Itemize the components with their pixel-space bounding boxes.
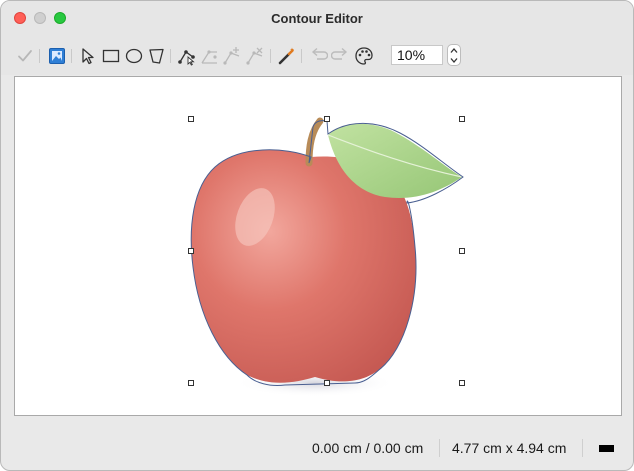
title-bar: Contour Editor — [1, 1, 633, 37]
arrow-pointer-icon[interactable] — [77, 45, 99, 67]
zoom-stepper[interactable] — [447, 44, 461, 66]
minimize-window-button[interactable] — [34, 12, 46, 24]
apple-image — [190, 117, 464, 397]
resize-handle-left[interactable] — [188, 248, 194, 254]
redo-icon[interactable] — [330, 45, 352, 67]
delete-points-icon[interactable] — [245, 45, 267, 67]
line-color-swatch[interactable] — [599, 445, 614, 452]
toolbar-separator — [270, 49, 271, 63]
zoom-window-button[interactable] — [54, 12, 66, 24]
selection-size-readout: 4.77 cm x 4.94 cm — [452, 440, 567, 456]
toolbar — [1, 37, 633, 75]
close-window-button[interactable] — [14, 12, 26, 24]
resize-handle-bottom[interactable] — [324, 380, 330, 386]
image-icon[interactable] — [46, 45, 68, 67]
toolbar-separator — [71, 49, 72, 63]
toolbar-separator — [39, 49, 40, 63]
palette-icon[interactable] — [353, 45, 375, 67]
ellipse-icon[interactable] — [123, 45, 145, 67]
contour-canvas[interactable] — [14, 76, 622, 416]
polygon-icon[interactable] — [146, 45, 168, 67]
toolbar-separator — [301, 49, 302, 63]
undo-icon[interactable] — [307, 45, 329, 67]
rectangle-icon[interactable] — [100, 45, 122, 67]
status-bar: 0.00 cm / 0.00 cm 4.77 cm x 4.94 cm — [1, 431, 633, 464]
resize-handle-top-left[interactable] — [188, 116, 194, 122]
resize-handle-bottom-left[interactable] — [188, 380, 194, 386]
status-separator — [439, 439, 440, 457]
resize-handle-bottom-right[interactable] — [459, 380, 465, 386]
status-separator — [582, 439, 583, 457]
window-title: Contour Editor — [271, 11, 363, 26]
insert-points-icon[interactable] — [222, 45, 244, 67]
checkmark-icon[interactable] — [14, 45, 36, 67]
toolbar-separator — [170, 49, 171, 63]
zoom-level-input[interactable] — [391, 45, 443, 65]
resize-handle-right[interactable] — [459, 248, 465, 254]
edit-points-icon[interactable] — [176, 45, 198, 67]
resize-handle-top-right[interactable] — [459, 116, 465, 122]
chevron-down-icon[interactable] — [450, 57, 458, 63]
chevron-up-icon[interactable] — [450, 47, 458, 53]
magic-wand-icon[interactable] — [276, 45, 298, 67]
move-points-icon[interactable] — [199, 45, 221, 67]
resize-handle-top[interactable] — [324, 116, 330, 122]
cursor-position-readout: 0.00 cm / 0.00 cm — [312, 440, 424, 456]
contour-editor-window: Contour Editor 10% 0.00 cm / 0.00 cm 4.7… — [0, 0, 634, 471]
